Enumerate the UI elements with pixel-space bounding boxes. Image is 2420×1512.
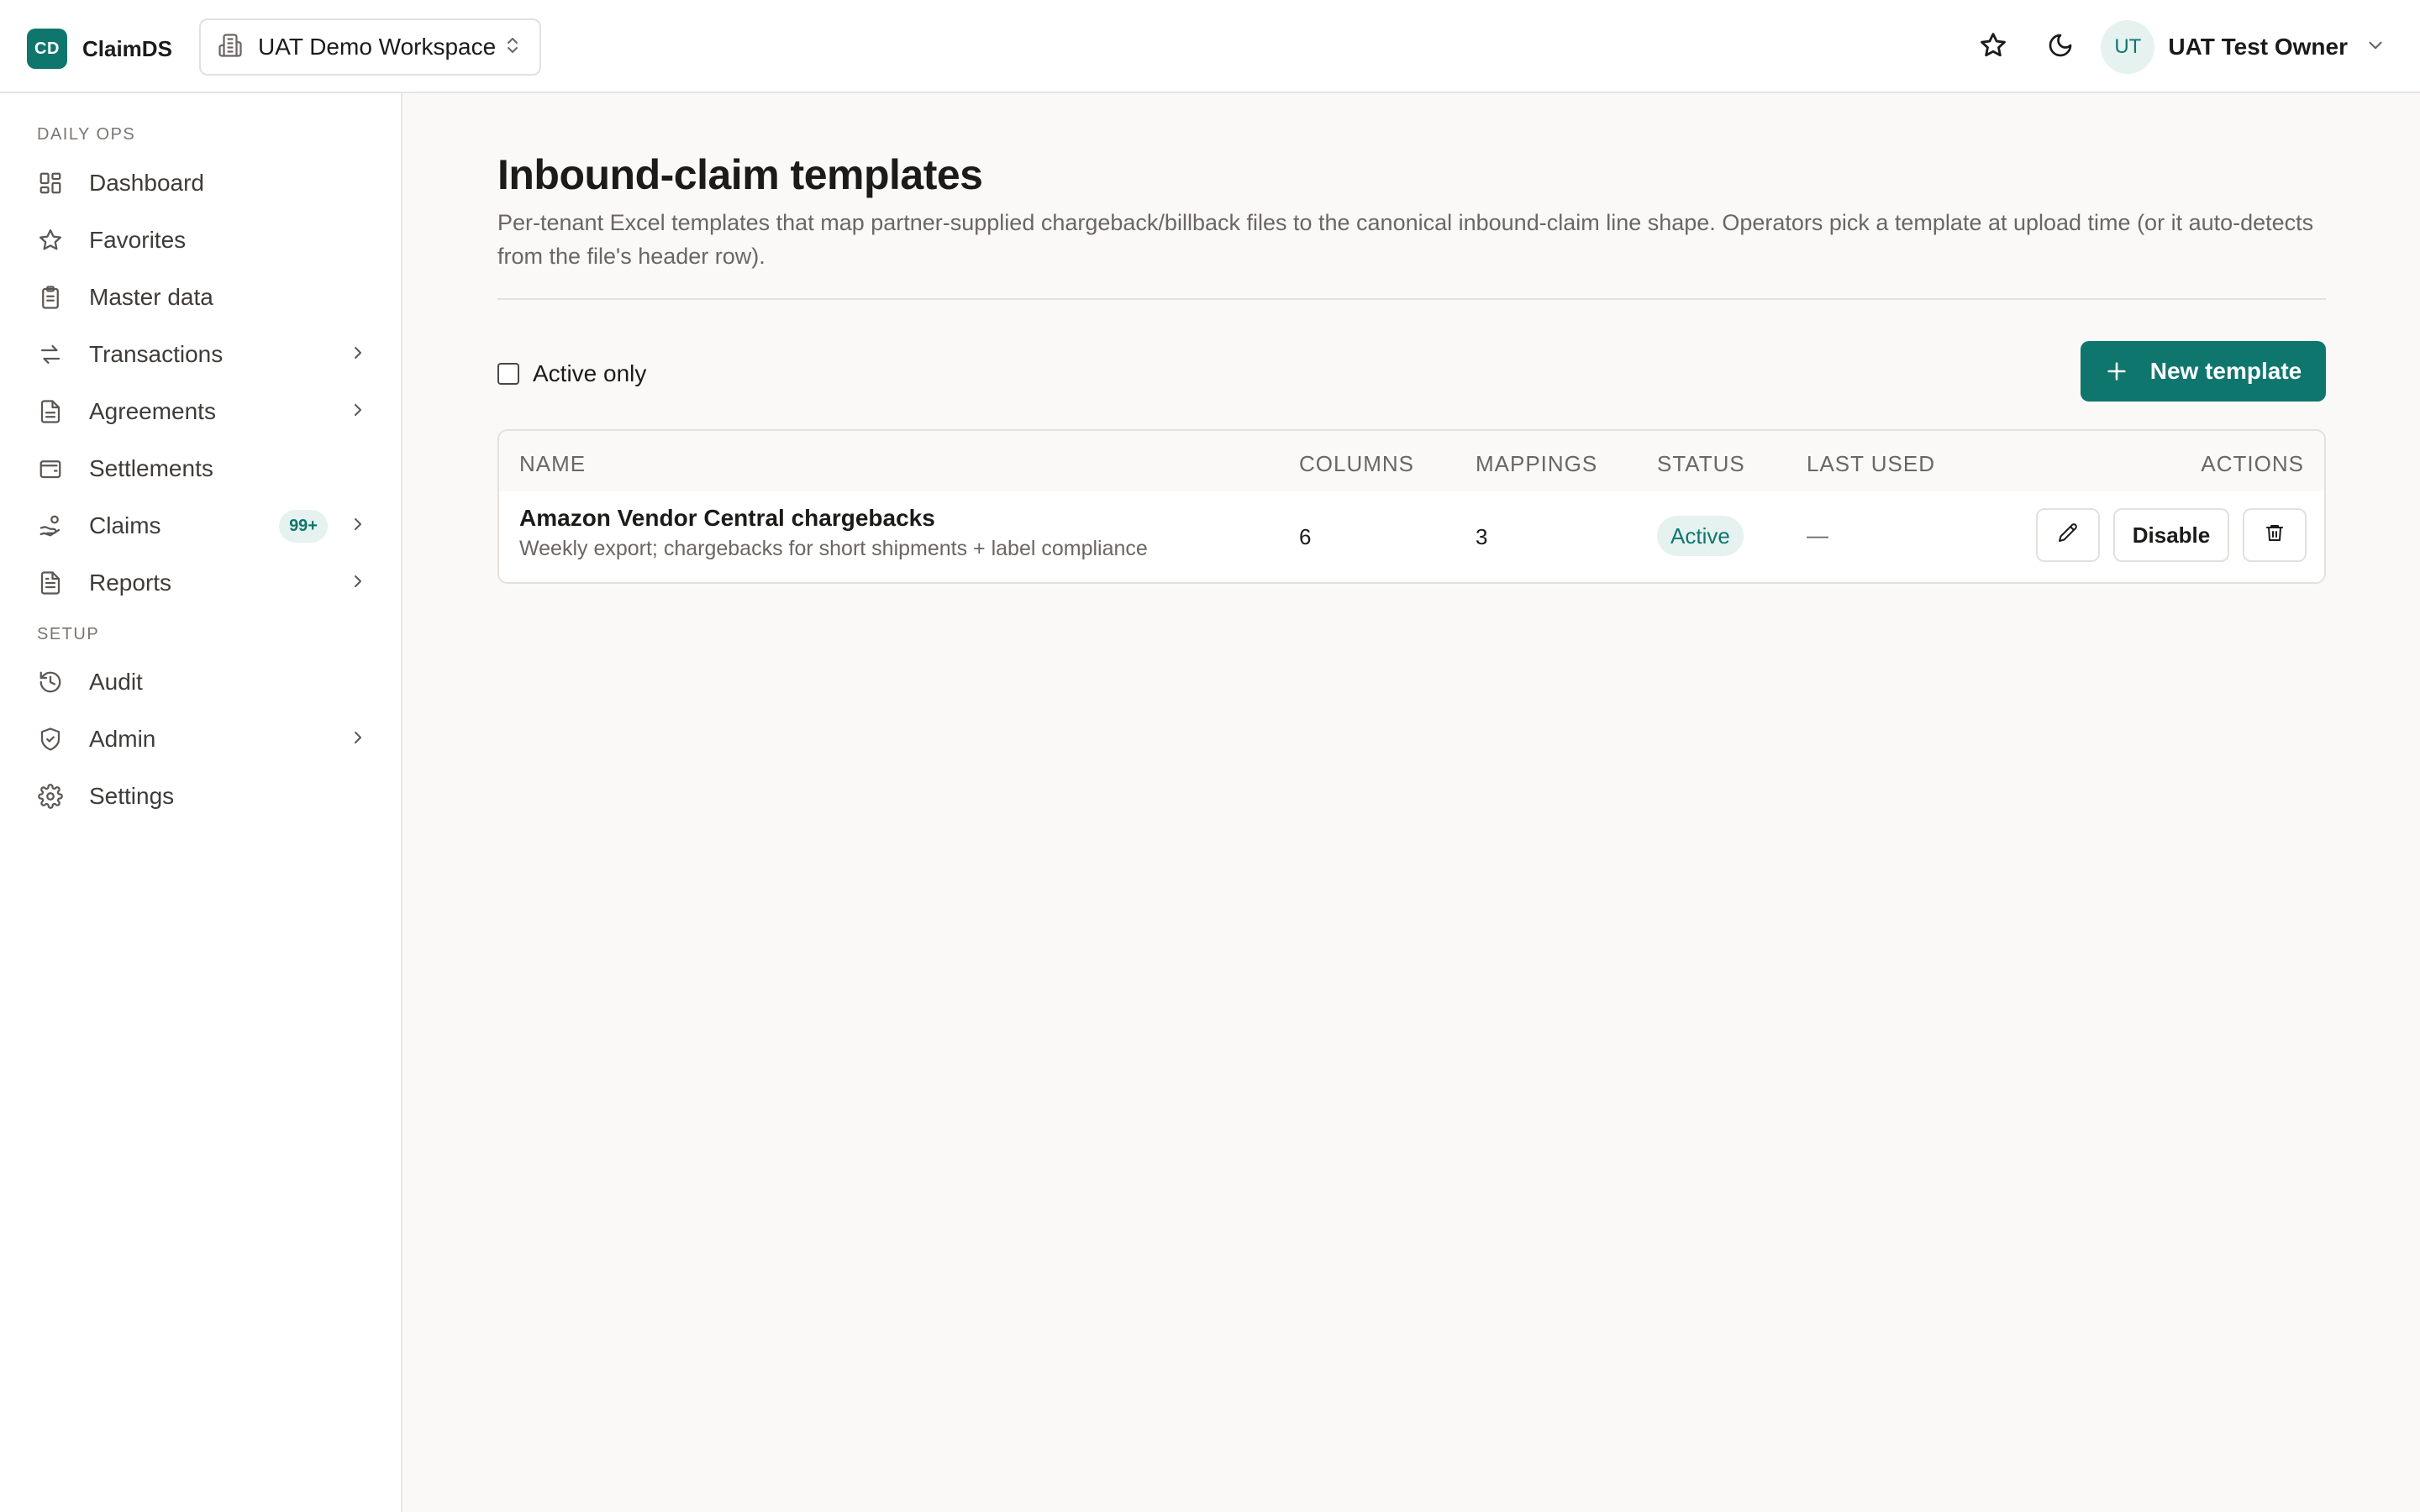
sidebar-item-dashboard[interactable]: Dashboard bbox=[24, 158, 376, 208]
sidebar-item-transactions[interactable]: Transactions bbox=[24, 329, 376, 380]
disable-label: Disable bbox=[2132, 522, 2211, 548]
moon-icon bbox=[2047, 32, 2074, 63]
columns-count: 6 bbox=[1299, 524, 1312, 549]
template-description: Weekly export; chargebacks for short shi… bbox=[519, 537, 1148, 560]
gear-icon bbox=[35, 781, 66, 811]
sidebar-item-label: Agreements bbox=[89, 398, 216, 424]
column-header-columns[interactable]: COLUMNS bbox=[1299, 451, 1414, 477]
workspace-name: UAT Demo Workspace bbox=[258, 34, 497, 60]
history-icon bbox=[35, 667, 66, 697]
sidebar-item-label: Reports bbox=[89, 570, 172, 596]
page-description: Per-tenant Excel templates that map part… bbox=[497, 210, 2314, 269]
avatar: UT bbox=[2101, 20, 2155, 74]
sidebar-item-favorites[interactable]: Favorites bbox=[24, 215, 376, 265]
favorite-button[interactable] bbox=[1966, 20, 2020, 74]
templates-table: NAME COLUMNS MAPPINGS STATUS LAST USED A… bbox=[497, 429, 2326, 584]
table-header: NAME COLUMNS MAPPINGS STATUS LAST USED A… bbox=[499, 431, 2324, 491]
chevron-right-icon bbox=[348, 514, 368, 538]
column-header-mappings[interactable]: MAPPINGS bbox=[1476, 451, 1597, 477]
brand-name: ClaimDS bbox=[82, 35, 172, 61]
sidebar-item-label: Audit bbox=[89, 669, 143, 695]
section-title-setup: SETUP bbox=[37, 625, 100, 643]
table-row: Amazon Vendor Central chargebacks Weekly… bbox=[499, 491, 2324, 582]
pencil-icon bbox=[2058, 522, 2078, 549]
sidebar-item-settlements[interactable]: Settlements bbox=[24, 444, 376, 494]
user-menu[interactable]: UT UAT Test Owner bbox=[2101, 20, 2386, 74]
plus-icon bbox=[2105, 360, 2128, 383]
report-icon bbox=[35, 568, 66, 598]
column-header-status[interactable]: STATUS bbox=[1657, 451, 1745, 477]
active-only-checkbox[interactable] bbox=[497, 363, 519, 385]
sidebar-item-label: Settlements bbox=[89, 455, 213, 481]
chevron-down-icon bbox=[2365, 34, 2386, 60]
star-icon bbox=[1979, 31, 2007, 64]
template-name[interactable]: Amazon Vendor Central chargebacks bbox=[519, 505, 935, 532]
sidebar-item-agreements[interactable]: Agreements bbox=[24, 386, 376, 437]
page-title: Inbound-claim templates bbox=[497, 151, 983, 198]
sidebar-item-master-data[interactable]: Master data bbox=[24, 272, 376, 323]
active-only-filter[interactable]: Active only bbox=[497, 360, 646, 387]
claims-count-badge: 99+ bbox=[279, 509, 328, 543]
delete-button[interactable] bbox=[2243, 508, 2307, 562]
clipboard-icon bbox=[35, 282, 66, 312]
sidebar-item-claims[interactable]: Claims 99+ bbox=[24, 501, 376, 551]
last-used-value: — bbox=[1807, 522, 1828, 548]
chevron-right-icon bbox=[348, 571, 368, 596]
topbar-actions: UT UAT Test Owner bbox=[1966, 18, 2386, 76]
hand-coins-icon bbox=[35, 511, 66, 541]
sidebar-item-admin[interactable]: Admin bbox=[24, 714, 376, 764]
document-icon bbox=[35, 396, 66, 427]
arrows-icon bbox=[35, 339, 66, 370]
column-header-last-used[interactable]: LAST USED bbox=[1807, 451, 1935, 477]
column-header-actions: ACTIONS bbox=[2201, 451, 2304, 476]
chevrons-up-down-icon bbox=[502, 35, 523, 60]
edit-button[interactable] bbox=[2036, 508, 2100, 562]
sidebar-item-label: Settings bbox=[89, 783, 175, 809]
divider bbox=[497, 298, 2326, 300]
sidebar-item-audit[interactable]: Audit bbox=[24, 657, 376, 707]
new-template-label: New template bbox=[2149, 358, 2302, 384]
shield-icon bbox=[35, 724, 66, 754]
top-bar: CD ClaimDS UAT Demo Workspace UT UAT Tes… bbox=[0, 0, 2420, 93]
wallet-icon bbox=[35, 454, 66, 484]
sidebar-item-label: Admin bbox=[89, 726, 156, 752]
sidebar-item-label: Dashboard bbox=[89, 170, 204, 196]
status-badge: Active bbox=[1657, 516, 1744, 556]
brand[interactable]: CD ClaimDS bbox=[27, 29, 172, 69]
section-title-daily-ops: DAILY OPS bbox=[37, 125, 136, 144]
chevron-right-icon bbox=[348, 400, 368, 424]
sidebar-item-label: Claims bbox=[89, 512, 161, 538]
chevron-right-icon bbox=[348, 727, 368, 752]
sidebar-item-label: Transactions bbox=[89, 341, 224, 367]
star-icon bbox=[35, 225, 66, 255]
dashboard-icon bbox=[35, 168, 66, 198]
brand-logo: CD bbox=[27, 29, 67, 69]
sidebar-item-reports[interactable]: Reports bbox=[24, 558, 376, 608]
sidebar: DAILY OPS Dashboard Favorites Master dat… bbox=[0, 93, 402, 1512]
sidebar-item-label: Master data bbox=[89, 284, 213, 310]
theme-toggle-button[interactable] bbox=[2033, 20, 2087, 74]
app-root: CD ClaimDS UAT Demo Workspace UT UAT Tes… bbox=[0, 0, 2420, 1512]
sidebar-item-settings[interactable]: Settings bbox=[24, 771, 376, 822]
sidebar-item-label: Favorites bbox=[89, 227, 187, 253]
user-name: UAT Test Owner bbox=[2168, 34, 2348, 60]
mappings-count: 3 bbox=[1476, 524, 1488, 549]
new-template-button[interactable]: New template bbox=[2081, 341, 2326, 402]
chevron-right-icon bbox=[348, 343, 368, 367]
disable-button[interactable]: Disable bbox=[2113, 508, 2229, 562]
trash-icon bbox=[2265, 522, 2285, 549]
active-only-label: Active only bbox=[533, 360, 647, 386]
building-icon bbox=[218, 33, 243, 62]
column-header-name[interactable]: NAME bbox=[519, 451, 586, 477]
workspace-switcher[interactable]: UAT Demo Workspace bbox=[199, 18, 541, 76]
